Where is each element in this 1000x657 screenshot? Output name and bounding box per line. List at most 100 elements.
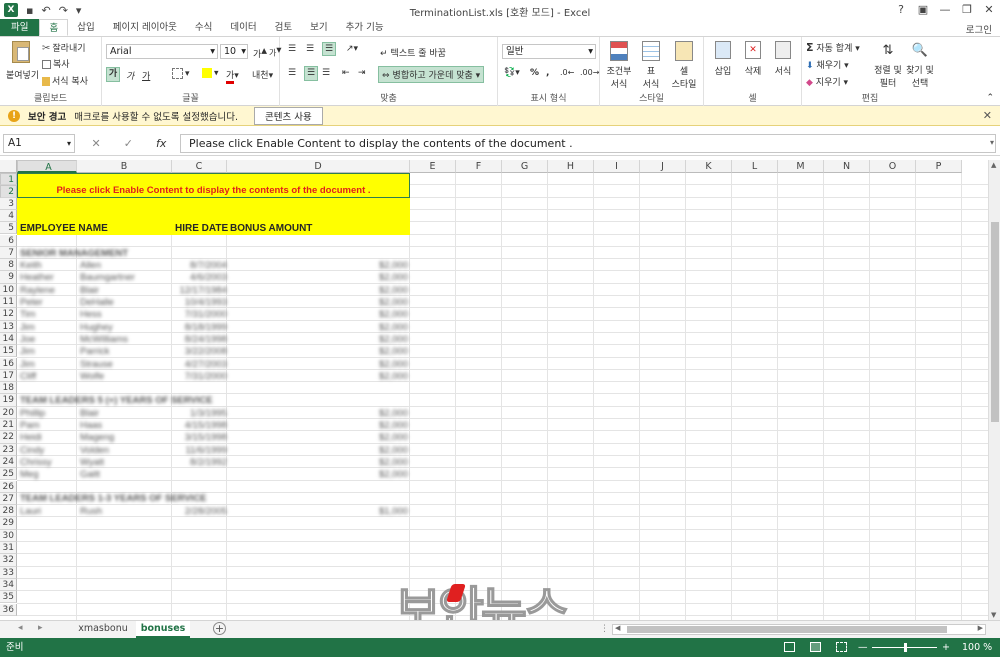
- data-cell[interactable]: $2,000: [228, 346, 408, 357]
- increase-indent-button[interactable]: ⇥: [358, 68, 366, 78]
- copy-button[interactable]: 복사: [42, 57, 70, 70]
- column-header-P[interactable]: P: [916, 160, 962, 173]
- qat-customize-icon[interactable]: ▾: [76, 4, 82, 17]
- phonetic-button[interactable]: 내천▾: [252, 68, 273, 81]
- fill-color-button[interactable]: ▾: [202, 68, 219, 79]
- close-message-icon[interactable]: ✕: [983, 109, 992, 122]
- italic-button[interactable]: 가: [126, 69, 134, 82]
- data-cell[interactable]: Hess: [80, 309, 102, 320]
- close-button[interactable]: ✕: [978, 0, 1000, 20]
- tab-file[interactable]: 파일: [0, 19, 40, 36]
- row-header-17[interactable]: 17: [0, 369, 17, 383]
- column-header-D[interactable]: D: [227, 160, 410, 173]
- sheet-tab-bonuses[interactable]: bonuses: [136, 621, 190, 638]
- conditional-formatting-button[interactable]: 조건부 서식: [604, 41, 634, 90]
- column-header-H[interactable]: H: [548, 160, 594, 173]
- decrease-decimal-button[interactable]: .00→: [580, 68, 599, 77]
- bold-button[interactable]: 가: [106, 67, 120, 82]
- data-cell[interactable]: 1/3/1995: [172, 408, 227, 419]
- data-cell[interactable]: $2,000: [228, 371, 408, 382]
- column-header-B[interactable]: B: [77, 160, 172, 173]
- tab-review[interactable]: 검토: [266, 19, 301, 36]
- column-header-E[interactable]: E: [410, 160, 456, 173]
- data-cell[interactable]: DeHalle: [80, 297, 114, 308]
- data-cell[interactable]: 11/6/1999: [172, 445, 227, 456]
- data-cell[interactable]: $2,000: [228, 457, 408, 468]
- column-header-A[interactable]: A: [17, 160, 77, 173]
- data-cell[interactable]: Haas: [80, 420, 102, 431]
- row-header-12[interactable]: 12: [0, 308, 17, 321]
- tab-insert[interactable]: 삽입: [68, 19, 103, 36]
- enable-content-button[interactable]: 콘텐츠 사용: [253, 106, 323, 125]
- row-header-24[interactable]: 24: [0, 455, 17, 469]
- data-cell[interactable]: 4/6/2003: [172, 272, 227, 283]
- row-header-9[interactable]: 9: [0, 271, 17, 284]
- tab-formulas[interactable]: 수식: [186, 19, 221, 36]
- prev-sheet-icon[interactable]: ◂: [18, 623, 23, 633]
- top-align-button[interactable]: ☰: [288, 44, 297, 54]
- worksheet-grid[interactable]: ABCDEFGHIJKLMNOP 1 2 3 4 5 6 7 8 9 10 11 12 13 14 15 16…: [0, 160, 1000, 620]
- data-cell[interactable]: $2,000: [228, 420, 408, 431]
- zoom-out-icon[interactable]: —: [858, 638, 868, 657]
- data-cell[interactable]: Blair: [80, 285, 99, 296]
- data-cell[interactable]: $2,000: [228, 272, 408, 283]
- vertical-scroll-thumb[interactable]: [991, 222, 999, 422]
- vertical-scrollbar[interactable]: ▲ ▼: [988, 160, 1000, 620]
- data-cell[interactable]: Wyatt: [80, 457, 104, 468]
- cut-button[interactable]: ✂ 잘라내기: [42, 41, 86, 54]
- data-cell[interactable]: Cindy: [20, 445, 44, 456]
- number-format-select[interactable]: 일반 ▾: [502, 44, 596, 59]
- data-cell[interactable]: Hughey: [80, 322, 113, 333]
- zoom-level[interactable]: 100 %: [962, 638, 992, 657]
- row-header-19[interactable]: 19: [0, 394, 17, 407]
- data-cell[interactable]: Phillip: [20, 408, 45, 419]
- autosum-button[interactable]: Σ 자동 합계 ▾: [806, 41, 860, 54]
- data-cell[interactable]: 8/7/2004: [172, 260, 227, 271]
- sheet-tab-xmasbonu[interactable]: xmasbonu: [72, 621, 134, 638]
- delete-cells-button[interactable]: ✕ 삭제: [738, 41, 768, 77]
- data-cell[interactable]: Strause: [80, 359, 113, 370]
- data-cell[interactable]: $2,000: [228, 297, 408, 308]
- column-header-N[interactable]: N: [824, 160, 870, 173]
- data-cell[interactable]: Baumgartner: [80, 272, 135, 283]
- row-header-6[interactable]: 6: [0, 234, 17, 247]
- formula-input[interactable]: Please click Enable Content to display t…: [180, 134, 996, 153]
- save-icon[interactable]: ▪: [26, 4, 33, 17]
- data-cell[interactable]: $2,000: [228, 359, 408, 370]
- collapse-ribbon-icon[interactable]: ⌃: [986, 93, 994, 103]
- data-cell[interactable]: $2,000: [228, 432, 408, 443]
- row-header-16[interactable]: 16: [0, 357, 17, 370]
- data-cell[interactable]: Blair: [80, 408, 99, 419]
- normal-view-icon[interactable]: [784, 642, 795, 652]
- font-color-button[interactable]: 가▾: [226, 68, 239, 84]
- decrease-indent-button[interactable]: ⇤: [342, 68, 350, 78]
- column-header-K[interactable]: K: [686, 160, 732, 173]
- data-cell[interactable]: Joe: [20, 334, 35, 345]
- row-header-18[interactable]: 18: [0, 382, 17, 395]
- restore-button[interactable]: ❐: [956, 0, 978, 20]
- row-header-25[interactable]: 25: [0, 468, 17, 481]
- data-cell[interactable]: 10/4/1993: [172, 297, 227, 308]
- cell-styles-button[interactable]: 셀 스타일: [668, 41, 700, 90]
- data-cell[interactable]: Meg: [20, 469, 38, 480]
- data-cell[interactable]: 12/17/1984: [172, 285, 227, 296]
- row-header-32[interactable]: 32: [0, 554, 17, 567]
- row-header-34[interactable]: 34: [0, 578, 17, 592]
- comma-button[interactable]: ,: [546, 68, 549, 78]
- row-header-15[interactable]: 15: [0, 345, 17, 358]
- accounting-format-button[interactable]: 💱▾: [504, 68, 520, 78]
- horizontal-scrollbar[interactable]: ◀ ▶: [612, 624, 986, 635]
- row-header-14[interactable]: 14: [0, 332, 17, 346]
- row-header-23[interactable]: 23: [0, 443, 17, 456]
- data-cell[interactable]: McWilliams: [80, 334, 128, 345]
- format-cells-button[interactable]: 서식: [768, 41, 798, 77]
- percent-button[interactable]: %: [530, 68, 539, 78]
- tab-add-ins[interactable]: 추가 기능: [337, 19, 393, 36]
- data-cell[interactable]: 7/31/2000: [172, 371, 227, 382]
- row-header-29[interactable]: 29: [0, 517, 17, 530]
- row-header-1[interactable]: 1: [0, 173, 17, 186]
- format-as-table-button[interactable]: 표 서식: [636, 41, 666, 90]
- data-cell[interactable]: 8/2/1992: [172, 457, 227, 468]
- align-left-button[interactable]: ☰: [288, 68, 296, 78]
- data-cell[interactable]: Jim: [20, 346, 35, 357]
